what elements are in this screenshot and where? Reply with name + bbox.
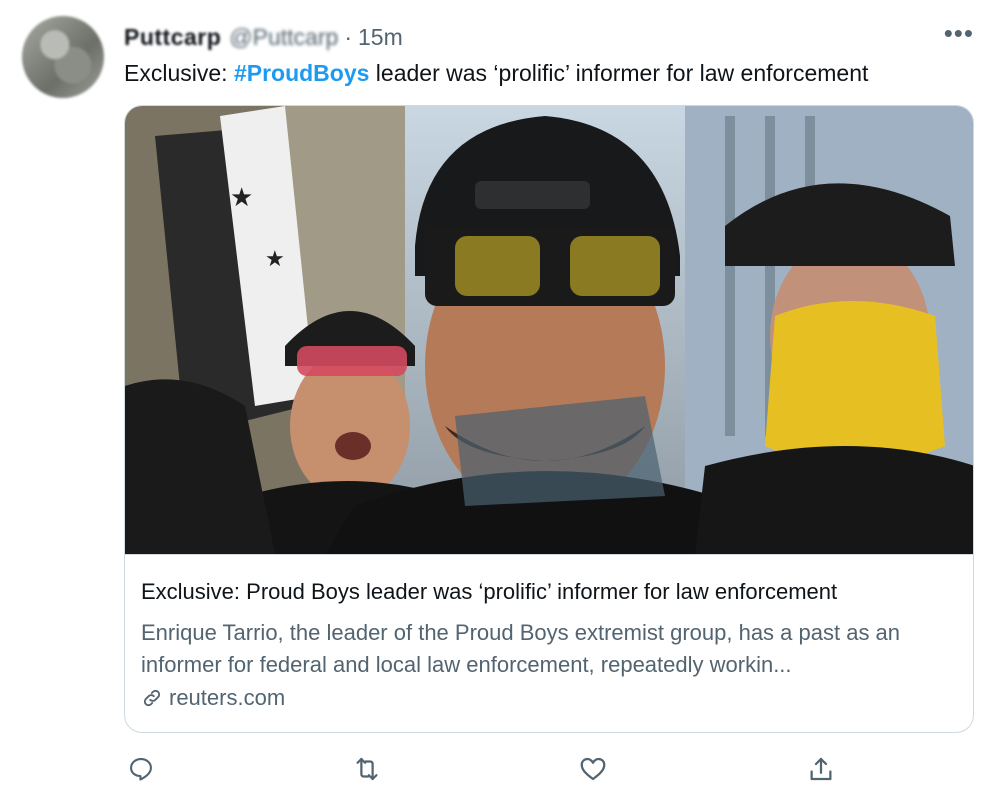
card-photo[interactable]: ★ ★ <box>125 106 974 554</box>
separator-dot: · <box>344 23 352 50</box>
tweet-text-suffix: leader was ‘prolific’ informer for law e… <box>369 60 869 86</box>
card-domain-text: reuters.com <box>169 685 286 710</box>
author-handle[interactable]: @Puttcarp <box>229 24 338 51</box>
link-card[interactable]: ★ ★ Exclusive: Proud Boys leader was ‘pr… <box>124 105 974 733</box>
card-title: Exclusive: Proud Boys leader was ‘prolif… <box>141 579 838 604</box>
tweet-actions <box>124 752 844 786</box>
tweet-header: Puttcarp @Puttcarp · 15m <box>124 22 403 52</box>
share-icon[interactable] <box>804 752 838 786</box>
card-body[interactable]: Exclusive: Proud Boys leader was ‘prolif… <box>125 554 973 732</box>
tweet-text-prefix: Exclusive: <box>124 60 234 86</box>
hashtag-link[interactable]: #ProudBoys <box>234 60 369 86</box>
tweet-text: Exclusive: #ProudBoys leader was ‘prolif… <box>124 58 868 88</box>
author-name[interactable]: Puttcarp <box>124 24 221 51</box>
card-description: Enrique Tarrio, the leader of the Proud … <box>141 620 901 677</box>
like-icon[interactable] <box>576 752 610 786</box>
retweet-icon[interactable] <box>350 752 384 786</box>
reply-icon[interactable] <box>124 752 158 786</box>
avatar[interactable] <box>22 16 104 98</box>
more-options-icon[interactable]: ••• <box>944 18 974 49</box>
timestamp[interactable]: 15m <box>358 24 403 51</box>
svg-text:★: ★ <box>265 246 285 271</box>
link-icon <box>143 689 161 707</box>
svg-text:★: ★ <box>230 182 253 212</box>
card-domain: reuters.com <box>141 685 285 711</box>
